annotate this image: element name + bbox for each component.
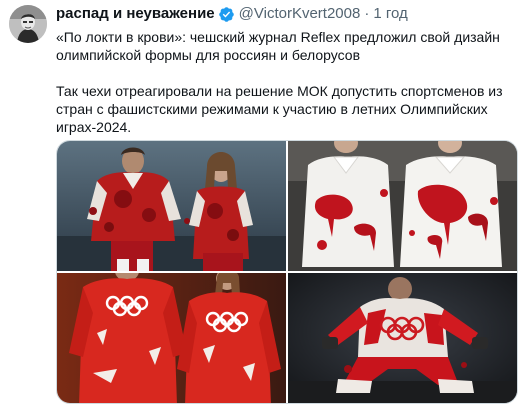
media-photo-3[interactable] [57, 273, 286, 403]
avatar[interactable] [9, 5, 47, 43]
avatar-image [9, 5, 47, 43]
verified-badge-icon [218, 6, 235, 23]
author-handle[interactable]: @VictorKvert2008 [239, 4, 361, 24]
media-photo-4[interactable] [288, 273, 517, 403]
tweet-paragraph-1: «По локти в крови»: чешский журнал Refle… [56, 29, 500, 63]
author-name[interactable]: распад и неуважение [56, 4, 215, 24]
tweet-header: распад и неуважение @VictorKvert2008 · 1… [56, 4, 408, 24]
separator-dot: · [364, 5, 370, 22]
tweet-paragraph-2: Так чехи отреагировали на решение МОК до… [56, 83, 503, 135]
media-grid [56, 140, 518, 404]
media-photo-1[interactable] [57, 141, 286, 271]
timestamp[interactable]: 1 год [373, 4, 407, 24]
tweet-text: «По локти в крови»: чешский журнал Refle… [56, 28, 506, 136]
media-photo-2[interactable] [288, 141, 517, 271]
